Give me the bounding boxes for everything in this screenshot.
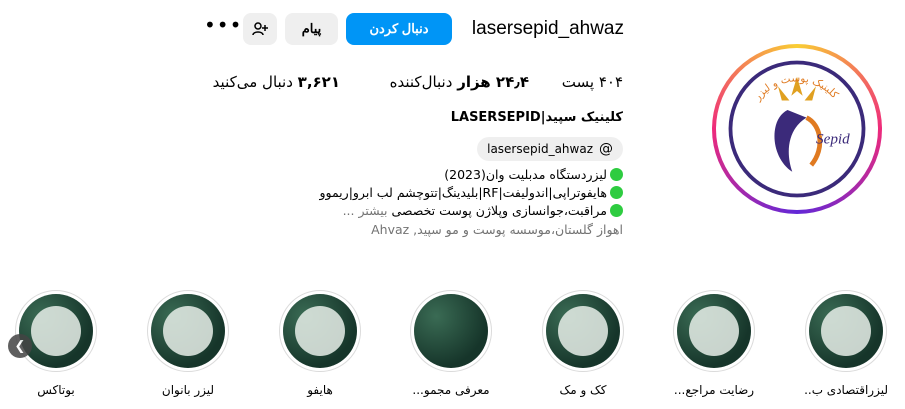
highlight-cover [414,294,488,368]
highlight-label: لیزراقتصادی ب... [804,383,888,397]
bio-line: مراقبت،جوانسازی وپلاژن پوست تخصصی بیشتر … [343,203,623,218]
bio-line: لیزردستگاه مدبلیت وان(2023) [444,167,623,182]
highlight-label: لیزر بانوان [161,383,215,397]
highlight-label: بوتاکس [37,383,75,397]
green-circle-icon [610,168,623,181]
highlight-item[interactable]: لیزراقتصادی ب... [804,290,888,397]
following-count[interactable]: ۳,۶۲۱ دنبال می‌کنید [213,73,340,91]
highlight-item[interactable]: کک و مک [541,290,625,397]
following-label: دنبال می‌کنید [212,73,298,91]
message-button[interactable]: پیام [285,13,338,45]
green-circle-icon [610,204,623,217]
bio-line: هایفوتراپی|اندولیفت|RF|بلیدینگ|تتوچشم لب… [319,185,623,200]
highlight-item[interactable]: لیزر بانوان [146,290,230,397]
posts-count: ۴۰۴ پست [561,73,623,91]
highlight-label: رضایت مراجع... [673,383,755,397]
highlight-cover [546,294,620,368]
suggested-accounts-button[interactable] [243,13,277,45]
threads-icon: @ [599,141,613,157]
threads-handle: lasersepid_ahwaz [487,142,593,156]
highlight-cover [151,294,225,368]
bio-line-text: هایفوتراپی|اندولیفت|RF|بلیدینگ|تتوچشم لب… [319,185,607,200]
bio-location: اهواز گلستان،موسسه پوست و مو سپید, Ahvaz [371,222,623,237]
followers-label: دنبال‌کننده [389,73,458,91]
profile-avatar[interactable]: Sepid کلینیک پوست و لیزر [712,44,882,214]
svg-text:Sepid: Sepid [816,130,850,147]
green-circle-icon [610,186,623,199]
more-options-button[interactable]: ••• [204,15,241,41]
highlight-item[interactable]: معرفی مجمو... [409,290,493,397]
highlight-cover [283,294,357,368]
profile-username: lasersepid_ahwaz [471,18,624,39]
profile-full-name: کلینیک سپید|LASERSEPID [450,110,623,125]
highlight-cover [809,294,883,368]
highlight-item[interactable]: رضایت مراجع... [672,290,756,397]
add-person-icon [252,22,268,36]
chevron-left-icon[interactable]: ❮ [8,334,32,358]
clinic-logo: Sepid کلینیک پوست و لیزر [728,60,866,198]
bio-line-text: لیزردستگاه مدبلیت وان(2023) [444,167,607,182]
follow-button[interactable]: دنبال کردن [346,13,452,45]
highlight-label: کک و مک [559,383,607,397]
followers-number: ۲۴٫۴ هزار [457,73,529,91]
highlight-label: معرفی مجمو... [412,383,490,397]
highlight-item[interactable]: هایفو [278,290,362,397]
highlight-cover [677,294,751,368]
threads-link[interactable]: lasersepid_ahwaz @ [477,137,623,161]
bio-line-text: مراقبت،جوانسازی وپلاژن پوست تخصصی [391,203,607,218]
highlight-cover [19,294,93,368]
bio-more-link[interactable]: بیشتر ... [343,203,388,218]
followers-count[interactable]: ۲۴٫۴ هزار دنبال‌کننده [390,73,529,91]
following-number: ۳,۶۲۱ [297,73,340,91]
highlight-label: هایفو [307,383,333,397]
